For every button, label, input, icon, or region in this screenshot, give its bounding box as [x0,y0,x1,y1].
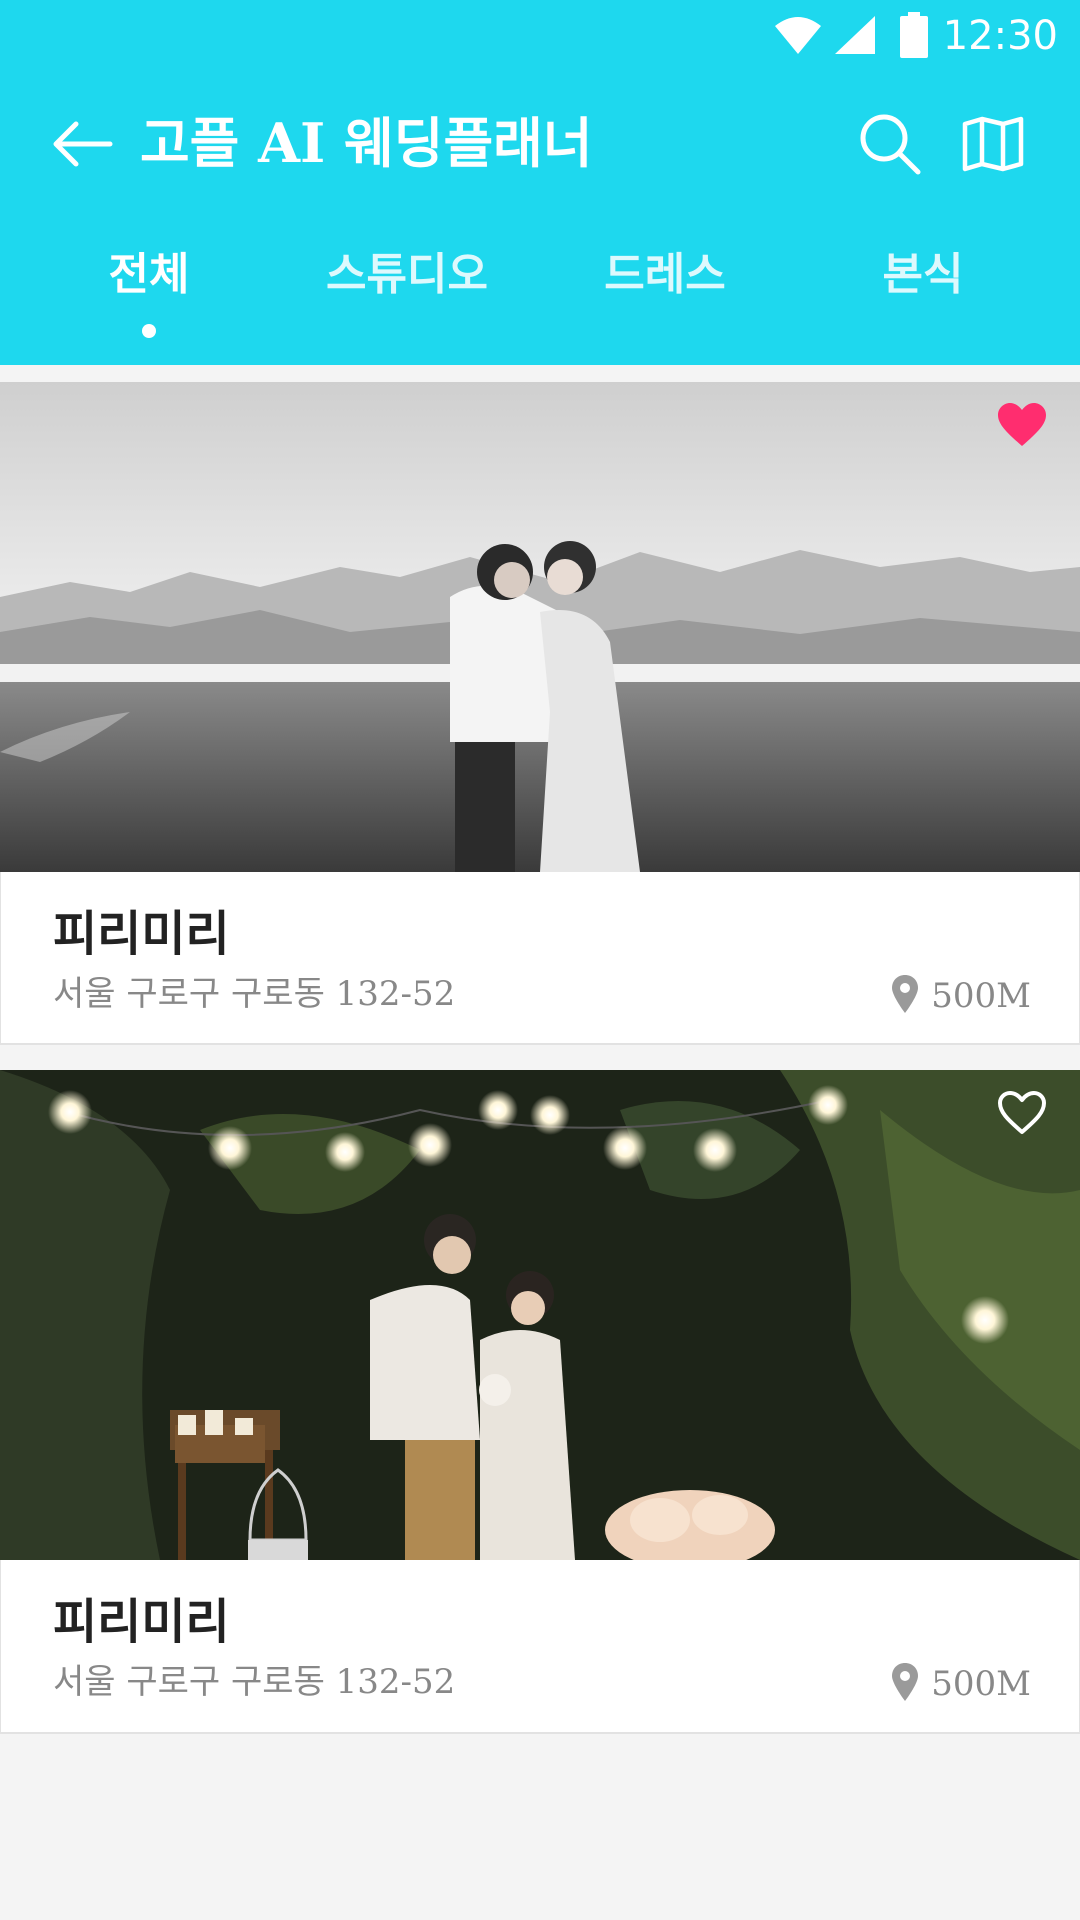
listing-info: 피리미리 서울 구로구 구로동 132-52 500M [0,1560,1080,1732]
tab-studio[interactable]: 스튜디오 [277,240,537,340]
listing-card[interactable]: 피리미리 서울 구로구 구로동 132-52 500M [0,1070,1080,1734]
location-pin-icon [891,1662,919,1706]
tab-dress[interactable]: 드레스 [535,240,795,340]
distance-label: 500M [931,1664,1031,1704]
category-tabs: 전체 스튜디오 드레스 본식 [0,240,1080,340]
location-pin-icon [891,974,919,1018]
status-bar: 12:30 [0,0,1080,72]
heart-filled-icon[interactable] [996,402,1048,448]
tab-label: 전체 [108,249,190,300]
tab-label: 본식 [882,249,964,300]
arrow-left-icon[interactable] [50,120,114,172]
distance-label: 500M [931,976,1031,1016]
status-time: 12:30 [942,13,1058,59]
listing-photo [0,382,1080,872]
battery-icon [900,12,928,62]
listing-card[interactable]: 피리미리 서울 구로구 구로동 132-52 500M [0,382,1080,1045]
wifi-icon [773,14,823,60]
toolbar: 고플 AI 웨딩플래너 [0,90,1080,200]
search-icon[interactable] [858,112,922,180]
listing-address: 서울 구로구 구로동 132-52 [53,1662,456,1702]
listing-name: 피리미리 [53,906,230,962]
active-tab-indicator [142,324,156,338]
tab-label: 드레스 [604,249,726,300]
tab-all[interactable]: 전체 [19,240,279,340]
listing-address: 서울 구로구 구로동 132-52 [53,974,456,1014]
app-title: 고플 AI 웨딩플래너 [140,111,593,175]
cell-signal-icon [833,14,877,60]
tab-ceremony[interactable]: 본식 [793,240,1053,340]
listing-distance: 500M [891,972,1031,1020]
listing-photo [0,1070,1080,1560]
tab-label: 스튜디오 [326,249,488,300]
listing-name: 피리미리 [53,1594,230,1650]
heart-outline-icon[interactable] [996,1090,1048,1136]
listing-info: 피리미리 서울 구로구 구로동 132-52 500M [0,872,1080,1044]
listing-distance: 500M [891,1660,1031,1708]
app-header: 12:30 고플 AI 웨딩플래너 전체 스튜디오 드레스 본식 [0,0,1080,365]
map-icon[interactable] [962,116,1024,176]
